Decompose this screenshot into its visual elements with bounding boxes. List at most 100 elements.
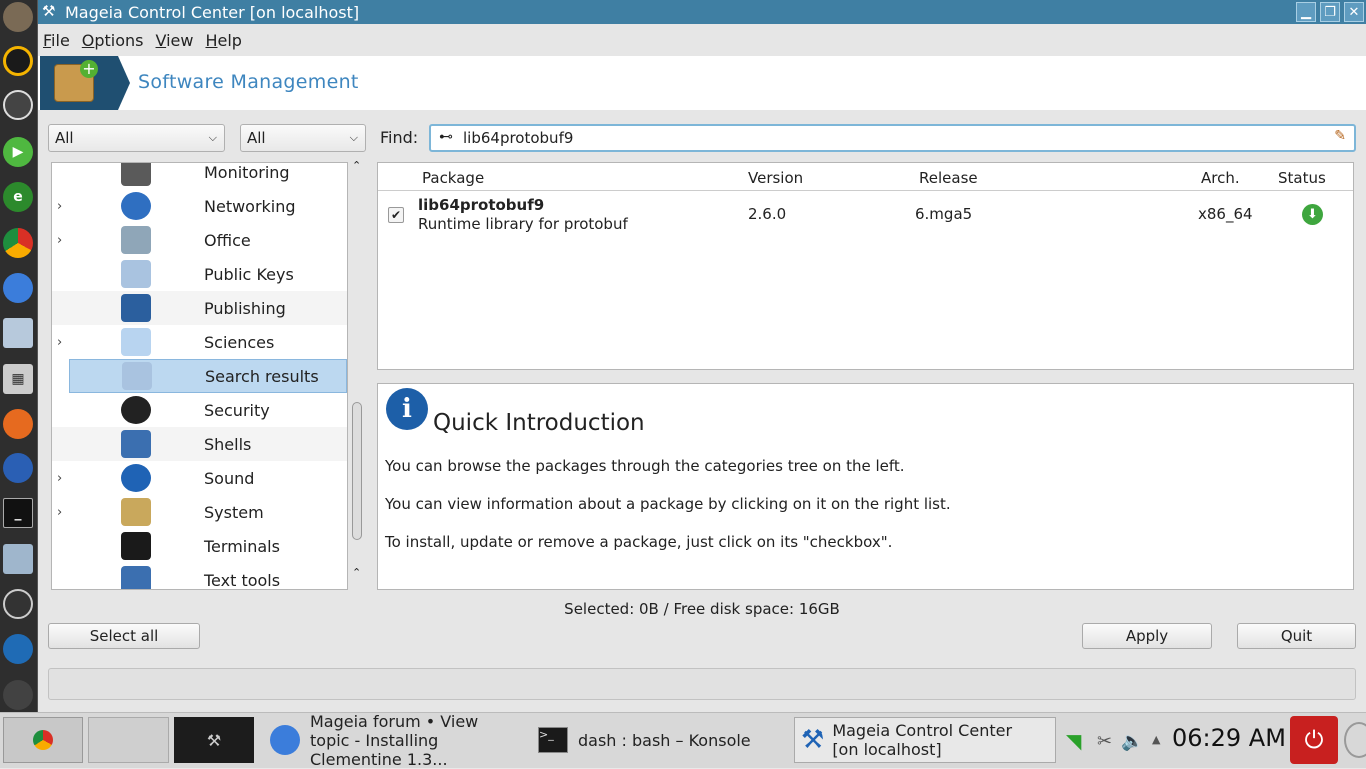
- install-status-icon: ⬇: [1302, 204, 1323, 225]
- desktop-2[interactable]: [88, 717, 169, 763]
- package-list: Package Version Release Arch. Status ✔ l…: [377, 162, 1354, 370]
- volume-icon[interactable]: 🔈: [1121, 731, 1143, 752]
- desktop-1[interactable]: [3, 717, 83, 763]
- package-checkbox[interactable]: ✔: [388, 207, 404, 223]
- publishing-icon: [121, 294, 151, 322]
- tree-item[interactable]: › System: [52, 495, 347, 529]
- firefox-icon[interactable]: [3, 409, 33, 439]
- tray-expand-icon[interactable]: ▲: [1152, 733, 1160, 746]
- tree-item-label: Sound: [204, 468, 255, 488]
- menu-view[interactable]: View: [156, 31, 194, 50]
- tree-item[interactable]: Security: [52, 393, 347, 427]
- tree-scrollbar[interactable]: ⌃ ⌃: [350, 159, 366, 590]
- tree-expander[interactable]: ›: [57, 471, 62, 486]
- chrome-icon[interactable]: [3, 228, 33, 258]
- tree-item-label: Public Keys: [204, 264, 294, 284]
- mageia-menu-icon[interactable]: [3, 2, 33, 32]
- tree-item-label: Text tools: [204, 570, 281, 590]
- remote-desktop-icon[interactable]: [3, 544, 33, 574]
- file-manager-icon[interactable]: [3, 318, 33, 348]
- tree-item-label: Office: [204, 230, 251, 250]
- tree-expander[interactable]: ›: [57, 233, 62, 248]
- desktop-3[interactable]: ⚒: [174, 717, 254, 763]
- menu-help[interactable]: Help: [205, 31, 241, 50]
- find-label: Find:: [380, 128, 419, 147]
- tree-item[interactable]: › Sciences: [52, 325, 347, 359]
- updates-icon[interactable]: [3, 634, 33, 664]
- power-icon[interactable]: ⏻: [1290, 716, 1338, 764]
- table-header: Package Version Release Arch. Status: [378, 163, 1353, 191]
- refresh-icon[interactable]: [3, 680, 33, 710]
- tree-expander[interactable]: ›: [57, 505, 62, 520]
- chromium-icon: [270, 725, 300, 755]
- column-status[interactable]: Status: [1278, 169, 1326, 187]
- package-version: 2.6.0: [748, 205, 787, 223]
- taskbar: ⚒ Mageia forum • View topic - Installing…: [0, 712, 1366, 769]
- camera-icon[interactable]: [3, 589, 33, 619]
- terminals-icon: [121, 532, 151, 560]
- calculator-icon[interactable]: ▦: [3, 364, 33, 394]
- search-input[interactable]: ⊷ lib64protobuf9 ✎: [429, 124, 1356, 152]
- info-icon: i: [386, 388, 428, 430]
- category-filter-select[interactable]: All ⌵: [48, 124, 225, 152]
- maximize-button[interactable]: ❐: [1320, 2, 1340, 22]
- column-arch[interactable]: Arch.: [1201, 169, 1240, 187]
- scroll-down-icon[interactable]: ⌃: [352, 566, 361, 579]
- binoculars-icon: ⊷: [439, 129, 453, 145]
- scrollbar-thumb[interactable]: [352, 402, 362, 540]
- column-version[interactable]: Version: [748, 169, 803, 187]
- google-earth-icon[interactable]: [3, 453, 33, 483]
- tree-item-label: Sciences: [204, 332, 275, 352]
- tree-expander[interactable]: ›: [57, 199, 62, 214]
- task-label: dash : bash – Konsole: [578, 730, 751, 750]
- menu-file[interactable]: File: [43, 31, 70, 50]
- tree-item[interactable]: Publishing: [52, 291, 347, 325]
- banner: + Software Management: [38, 56, 1366, 110]
- menu-options[interactable]: Options: [82, 31, 144, 50]
- banner-wedge: [118, 56, 130, 110]
- apply-button[interactable]: Apply: [1082, 623, 1212, 649]
- task-label: Mageia Control Center [on localhost]: [832, 721, 1013, 759]
- tree-item-label: Shells: [204, 434, 252, 454]
- minimize-button[interactable]: ▁: [1296, 2, 1316, 22]
- clock[interactable]: 06:29 AM: [1172, 724, 1286, 752]
- task-browser[interactable]: Mageia forum • View topic - Installing C…: [270, 712, 520, 769]
- tree-item[interactable]: Public Keys: [52, 257, 347, 291]
- select-all-button[interactable]: Select all: [48, 623, 200, 649]
- refresh-icon[interactable]: [1344, 722, 1366, 758]
- task-konsole[interactable]: >_ dash : bash – Konsole: [538, 717, 778, 763]
- search-value: lib64protobuf9: [463, 129, 574, 147]
- column-package[interactable]: Package: [422, 169, 484, 187]
- kde-icon[interactable]: [3, 46, 33, 76]
- tree-item-label: Networking: [204, 196, 296, 216]
- settings-icon[interactable]: [3, 90, 33, 120]
- menu-bar: File Options View Help: [38, 26, 1366, 54]
- tree-item[interactable]: Monitoring: [52, 163, 347, 189]
- chromium-icon[interactable]: [3, 273, 33, 303]
- tree-item[interactable]: › Networking: [52, 189, 347, 223]
- tree-item[interactable]: › Office: [52, 223, 347, 257]
- type-filter-select[interactable]: All ⌵: [240, 124, 366, 152]
- window-title: Mageia Control Center [on localhost]: [65, 2, 360, 22]
- column-release[interactable]: Release: [919, 169, 978, 187]
- play-icon[interactable]: ▶: [3, 137, 33, 167]
- tree-item[interactable]: Shells: [52, 427, 347, 461]
- tree-expander[interactable]: ›: [57, 335, 62, 350]
- window-app-icon: ⚒: [42, 2, 56, 20]
- terminal-icon[interactable]: _: [3, 498, 33, 528]
- cut-icon[interactable]: ✂: [1097, 731, 1112, 752]
- editor-icon[interactable]: e: [3, 182, 33, 212]
- close-button[interactable]: ✕: [1344, 2, 1364, 22]
- package-name: lib64protobuf9: [418, 196, 545, 214]
- wifi-icon[interactable]: ◥: [1066, 729, 1081, 753]
- scroll-up-icon[interactable]: ⌃: [352, 159, 361, 172]
- tree-item[interactable]: Terminals: [52, 529, 347, 563]
- page-title: Software Management: [138, 71, 359, 93]
- task-control-center[interactable]: ⚒ Mageia Control Center [on localhost]: [794, 717, 1056, 763]
- package-summary: Runtime library for protobuf: [418, 215, 628, 233]
- tree-item-selected[interactable]: Search results: [69, 359, 347, 393]
- clear-search-icon[interactable]: ✎: [1334, 128, 1346, 144]
- quit-button[interactable]: Quit: [1237, 623, 1356, 649]
- tree-item[interactable]: Text tools: [52, 563, 347, 590]
- tree-item[interactable]: › Sound: [52, 461, 347, 495]
